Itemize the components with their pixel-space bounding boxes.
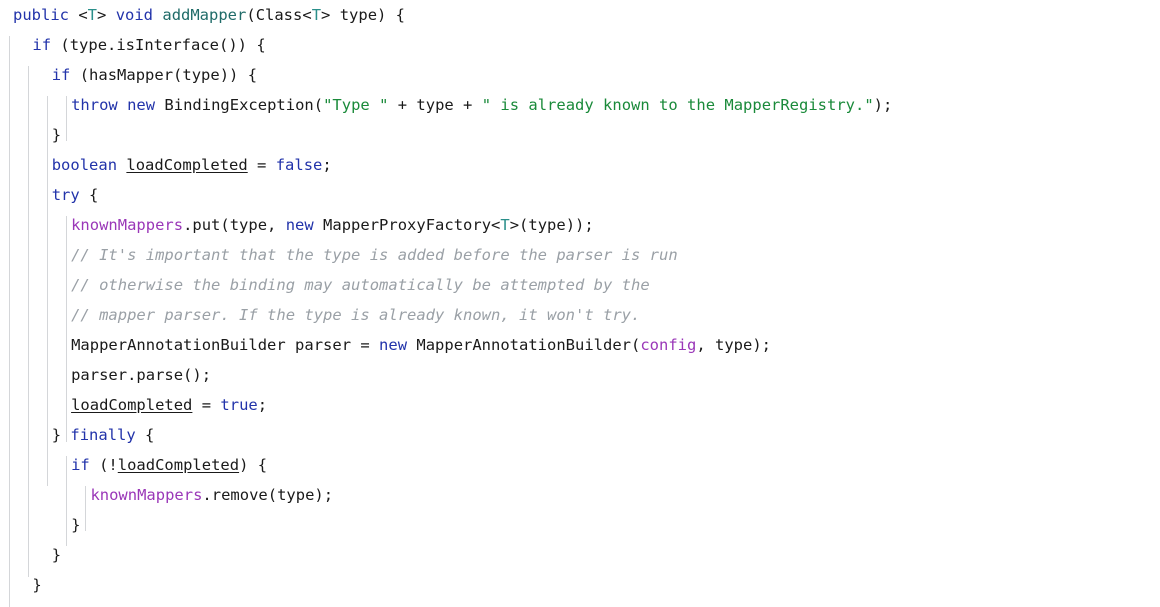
code-line[interactable]: } [0,540,1160,570]
code-token: true [220,396,258,414]
code-token: public [13,6,69,24]
code-token: > type) { [321,6,406,24]
code-token: loadCompleted [126,156,248,174]
code-token: >(type)); [509,216,594,234]
code-token: throw [71,96,118,114]
code-token: void [115,6,154,24]
code-token: .put(type, [183,216,286,234]
code-token: { [135,426,155,444]
code-line[interactable]: // otherwise the binding may automatical… [0,270,1160,300]
code-line[interactable]: parser.parse(); [0,360,1160,390]
code-token: if [71,456,90,474]
code-token: parser.parse(); [71,366,212,384]
code-token: " is already known to the MapperRegistry… [481,96,874,114]
code-token: = [247,156,276,174]
code-token: new [379,336,408,354]
code-line[interactable]: if (hasMapper(type)) { [0,60,1160,90]
code-token: knownMappers [71,216,184,234]
code-token: ); [873,96,893,114]
code-line[interactable]: // It's important that the type is added… [0,240,1160,270]
code-token: BindingException( [155,96,324,114]
code-token: finally [70,426,136,444]
code-line[interactable]: // mapper parser. If the type is already… [0,300,1160,330]
code-line[interactable]: if (!loadCompleted) { [0,450,1160,480]
code-token: ; [257,396,268,414]
code-token: boolean [51,156,118,174]
code-line[interactable]: throw new BindingException("Type " + typ… [0,90,1160,120]
code-token: // mapper parser. If the type is already… [71,306,641,324]
code-token: if [32,36,52,54]
code-token: // otherwise the binding may automatical… [71,276,650,294]
code-token: "Type " [323,96,389,114]
code-token: { [79,186,99,204]
code-token: + type + [388,96,482,114]
code-token: .remove(type); [202,486,334,504]
code-line[interactable]: knownMappers.remove(type); [0,480,1160,510]
code-token: , type); [696,336,771,354]
code-line[interactable]: } finally { [0,420,1160,450]
code-token: } [71,516,81,534]
code-token: addMapper [162,6,247,24]
code-line[interactable]: knownMappers.put(type, new MapperProxyFa… [0,210,1160,240]
code-line[interactable]: MapperAnnotationBuilder parser = new Map… [0,330,1160,360]
code-token: MapperProxyFactory< [313,216,501,234]
code-token: if [51,66,71,84]
code-token: knownMappers [90,486,203,504]
code-token: MapperAnnotationBuilder parser = [71,336,380,354]
code-line[interactable]: } [0,510,1160,540]
code-line[interactable]: boolean loadCompleted = false; [0,150,1160,180]
code-token: new [127,96,156,114]
code-token: // It's important that the type is added… [71,246,678,264]
code-token: loadCompleted [117,456,240,474]
code-content[interactable]: public <T> void addMapper(Class<T> type)… [0,0,1160,600]
code-token: ; [322,156,332,174]
code-line[interactable]: loadCompleted = true; [0,390,1160,420]
code-token: } [51,426,71,444]
code-line[interactable]: public <T> void addMapper(Class<T> type)… [0,0,1160,30]
code-token: config [640,336,697,354]
code-token: (hasMapper(type)) { [70,66,258,84]
code-token: (type.isInterface()) { [51,36,266,54]
code-token: } [51,546,62,564]
code-token: new [285,216,314,234]
code-editor[interactable]: public <T> void addMapper(Class<T> type)… [0,0,1160,607]
code-token: (Class< [246,6,312,24]
code-token: T [87,6,98,24]
code-token: } [51,126,62,144]
code-line[interactable]: try { [0,180,1160,210]
code-token: > [97,6,116,24]
code-token: < [69,6,88,24]
code-token: T [500,216,510,234]
code-token: = [192,396,221,414]
code-token: MapperAnnotationBuilder( [407,336,641,354]
code-token: loadCompleted [71,396,193,414]
code-token: } [32,576,42,594]
code-line[interactable]: if (type.isInterface()) { [0,30,1160,60]
code-line[interactable]: } [0,120,1160,150]
code-token: (! [89,456,118,474]
code-token: try [51,186,80,204]
code-line[interactable]: } [0,570,1160,600]
code-token: ) { [239,456,268,474]
code-token: false [275,156,323,174]
code-token: T [311,6,322,24]
